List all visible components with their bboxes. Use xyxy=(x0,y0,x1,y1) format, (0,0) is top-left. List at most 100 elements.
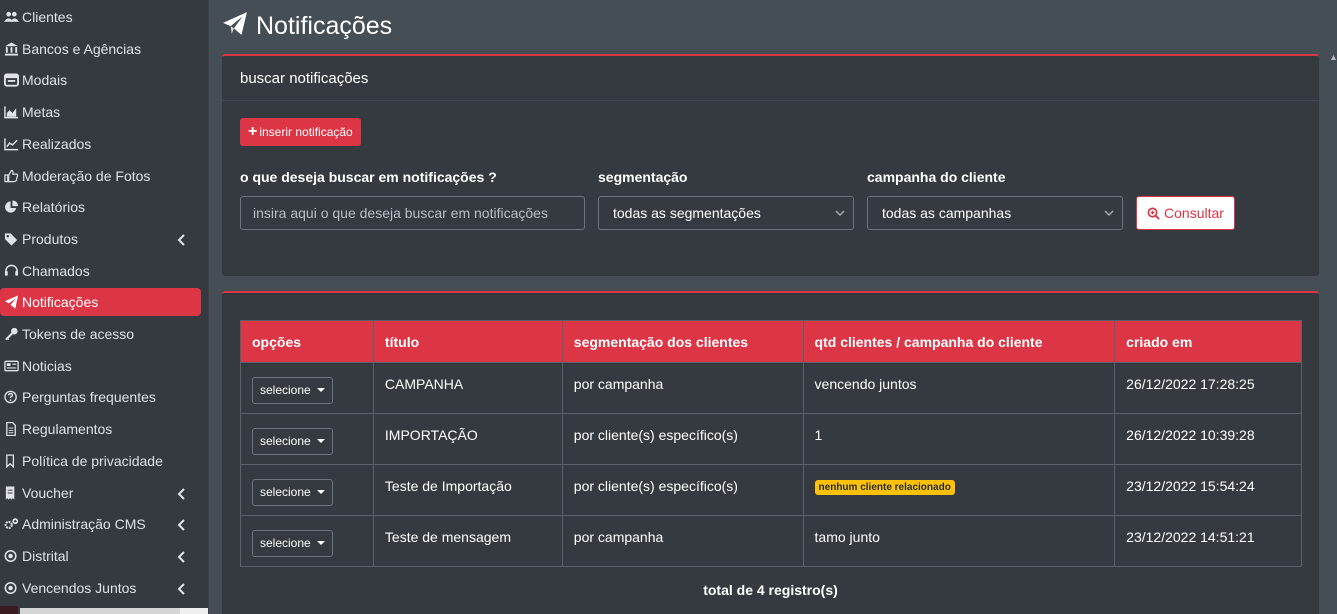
sidebar-item-voucher[interactable]: Voucher xyxy=(0,479,201,507)
sidebar-item-realizados[interactable]: Realizados xyxy=(0,130,201,158)
sidebar-item-modera-o-de-fotos[interactable]: Moderação de Fotos xyxy=(0,162,201,190)
tags-icon xyxy=(4,232,22,246)
sidebar-item-modais[interactable]: Modais xyxy=(0,66,201,94)
qty-text: tamo junto xyxy=(814,529,880,545)
insert-notification-button[interactable]: + inserir notificação xyxy=(240,118,361,146)
options-dropdown-button[interactable]: selecione xyxy=(252,376,333,404)
options-cell: selecione xyxy=(240,362,374,414)
sidebar-item-label: Metas xyxy=(22,104,61,121)
status-badge: nenhum cliente relacionado xyxy=(814,480,955,495)
key-icon xyxy=(4,327,22,341)
caret-down-icon xyxy=(316,439,325,443)
segment-text: por campanha xyxy=(573,376,664,392)
sidebar-item-produtos[interactable]: Produtos xyxy=(0,225,201,253)
campaign-select[interactable]: todas as campanhas xyxy=(867,196,1123,230)
question-circle-icon xyxy=(4,390,22,404)
dot-circle-icon xyxy=(4,549,22,563)
title-cell: IMPORTAÇÃO xyxy=(372,413,563,465)
sidebar-item-notifica-es[interactable]: Notificações xyxy=(0,288,201,317)
qty-cell: 1 xyxy=(802,413,1116,465)
insert-notification-label: inserir notificação xyxy=(259,125,353,139)
table-header-row: opções título segmentação dos clientes q… xyxy=(240,320,1302,363)
newspaper-icon xyxy=(4,359,22,373)
sidebar-item-regulamentos[interactable]: Regulamentos xyxy=(0,415,201,443)
thumbs-up-icon xyxy=(4,169,22,183)
segment-cell: por cliente(s) específico(s) xyxy=(561,413,804,465)
column-header: título xyxy=(372,320,563,363)
title-cell: CAMPANHA xyxy=(372,362,563,414)
notification-title: IMPORTAÇÃO xyxy=(384,427,478,443)
options-dropdown-button[interactable]: selecione xyxy=(252,427,333,455)
sidebar-item-tokens-de-acesso[interactable]: Tokens de acesso xyxy=(0,320,201,348)
sidebar-item-label: Produtos xyxy=(22,230,79,247)
sidebar-item-label: Regulamentos xyxy=(22,421,113,438)
consult-button-label: Consultar xyxy=(1164,205,1224,221)
paper-plane-icon xyxy=(4,295,22,309)
sidebar-item-label: Administração CMS xyxy=(22,516,146,533)
segment-select[interactable]: todas as segmentações xyxy=(598,196,854,230)
consult-button[interactable]: Consultar xyxy=(1136,196,1235,230)
created-date: 26/12/2022 10:39:28 xyxy=(1126,427,1255,443)
sidebar-item-clientes[interactable]: Clientes xyxy=(0,3,201,31)
dot-circle-icon xyxy=(4,581,22,595)
created-cell: 26/12/2022 17:28:25 xyxy=(1114,362,1302,414)
sidebar-item-metas[interactable]: Metas xyxy=(0,98,201,126)
options-dropdown-button[interactable]: selecione xyxy=(252,478,333,506)
query-label: o que deseja buscar em notificações ? xyxy=(240,169,497,185)
main-content: Notificações buscar notificações + inser… xyxy=(209,0,1337,614)
chevron-left-icon xyxy=(177,233,187,246)
created-cell: 23/12/2022 15:54:24 xyxy=(1114,464,1302,516)
sidebar-item-label: Vencendos Juntos xyxy=(22,579,137,596)
sidebar-item-pol-tica-de-privacidade[interactable]: Política de privacidade xyxy=(0,447,201,475)
sidebar-item-chamados[interactable]: Chamados xyxy=(0,257,201,285)
search-plus-icon xyxy=(1147,207,1160,220)
options-cell: selecione xyxy=(240,515,374,567)
segment-text: por cliente(s) específico(s) xyxy=(573,478,738,494)
sidebar-item-distrital[interactable]: Distrital xyxy=(0,542,201,570)
sidebar-scrollbar[interactable] xyxy=(20,608,208,614)
campaign-label: campanha do cliente xyxy=(867,169,1006,185)
segment-cell: por campanha xyxy=(561,362,804,414)
sidebar-item-label: Perguntas frequentes xyxy=(22,389,156,406)
sidebar-item-label: Noticias xyxy=(22,357,72,374)
sidebar-item-label: Modais xyxy=(22,72,68,89)
sidebar-item-label: Clientes xyxy=(22,9,73,25)
segment-text: por campanha xyxy=(573,529,664,545)
chevron-left-icon xyxy=(177,582,187,595)
pie-chart-icon xyxy=(4,200,22,214)
page-scrollbar[interactable] xyxy=(1330,54,1337,614)
line-chart-icon xyxy=(4,137,22,151)
sidebar-item-perguntas-frequentes[interactable]: Perguntas frequentes xyxy=(0,383,201,411)
scrollbar-thumb[interactable] xyxy=(180,608,208,614)
results-card: opções título segmentação dos clientes q… xyxy=(222,291,1319,614)
search-input[interactable]: insira aqui o que deseja buscar em notif… xyxy=(240,196,585,230)
table-row: selecione Teste de mensagem por campanha ta… xyxy=(240,515,1302,567)
notification-title: Teste de mensagem xyxy=(384,529,511,545)
caret-down-icon xyxy=(316,490,325,494)
chevron-down-icon xyxy=(835,210,845,217)
total-records: total de 4 registro(s) xyxy=(703,582,838,598)
sidebar-item-noticias[interactable]: Noticias xyxy=(0,352,201,380)
created-cell: 23/12/2022 14:51:21 xyxy=(1114,515,1302,567)
qty-text: 1 xyxy=(814,427,823,443)
sidebar-item-administra-o-cms[interactable]: Administração CMS xyxy=(0,510,201,538)
title-cell: Teste de Importação xyxy=(372,464,563,516)
chevron-left-icon xyxy=(177,550,187,563)
segment-text: por cliente(s) específico(s) xyxy=(573,427,738,443)
created-date: 23/12/2022 14:51:21 xyxy=(1126,529,1255,545)
notification-title: CAMPANHA xyxy=(384,376,464,392)
segment-cell: por campanha xyxy=(561,515,804,567)
sidebar-item-bancos-e-ag-ncias[interactable]: Bancos e Agências xyxy=(0,35,201,63)
column-header: opções xyxy=(240,320,374,363)
paper-plane-icon xyxy=(222,11,256,42)
sidebar-item-vencendos-juntos[interactable]: Vencendos Juntos xyxy=(0,574,201,602)
column-header: qtd clientes / campanha do cliente xyxy=(802,320,1116,363)
options-dropdown-button[interactable]: selecione xyxy=(252,529,333,557)
campaign-select-value: todas as campanhas xyxy=(882,205,1012,221)
area-chart-icon xyxy=(4,105,22,119)
qty-cell: tamo junto xyxy=(802,515,1116,567)
sidebar-item-relat-rios[interactable]: Relatórios xyxy=(0,193,201,221)
qty-cell: nenhum cliente relacionado xyxy=(802,464,1116,516)
cogs-icon xyxy=(4,517,22,531)
corner-indicator xyxy=(0,606,18,614)
